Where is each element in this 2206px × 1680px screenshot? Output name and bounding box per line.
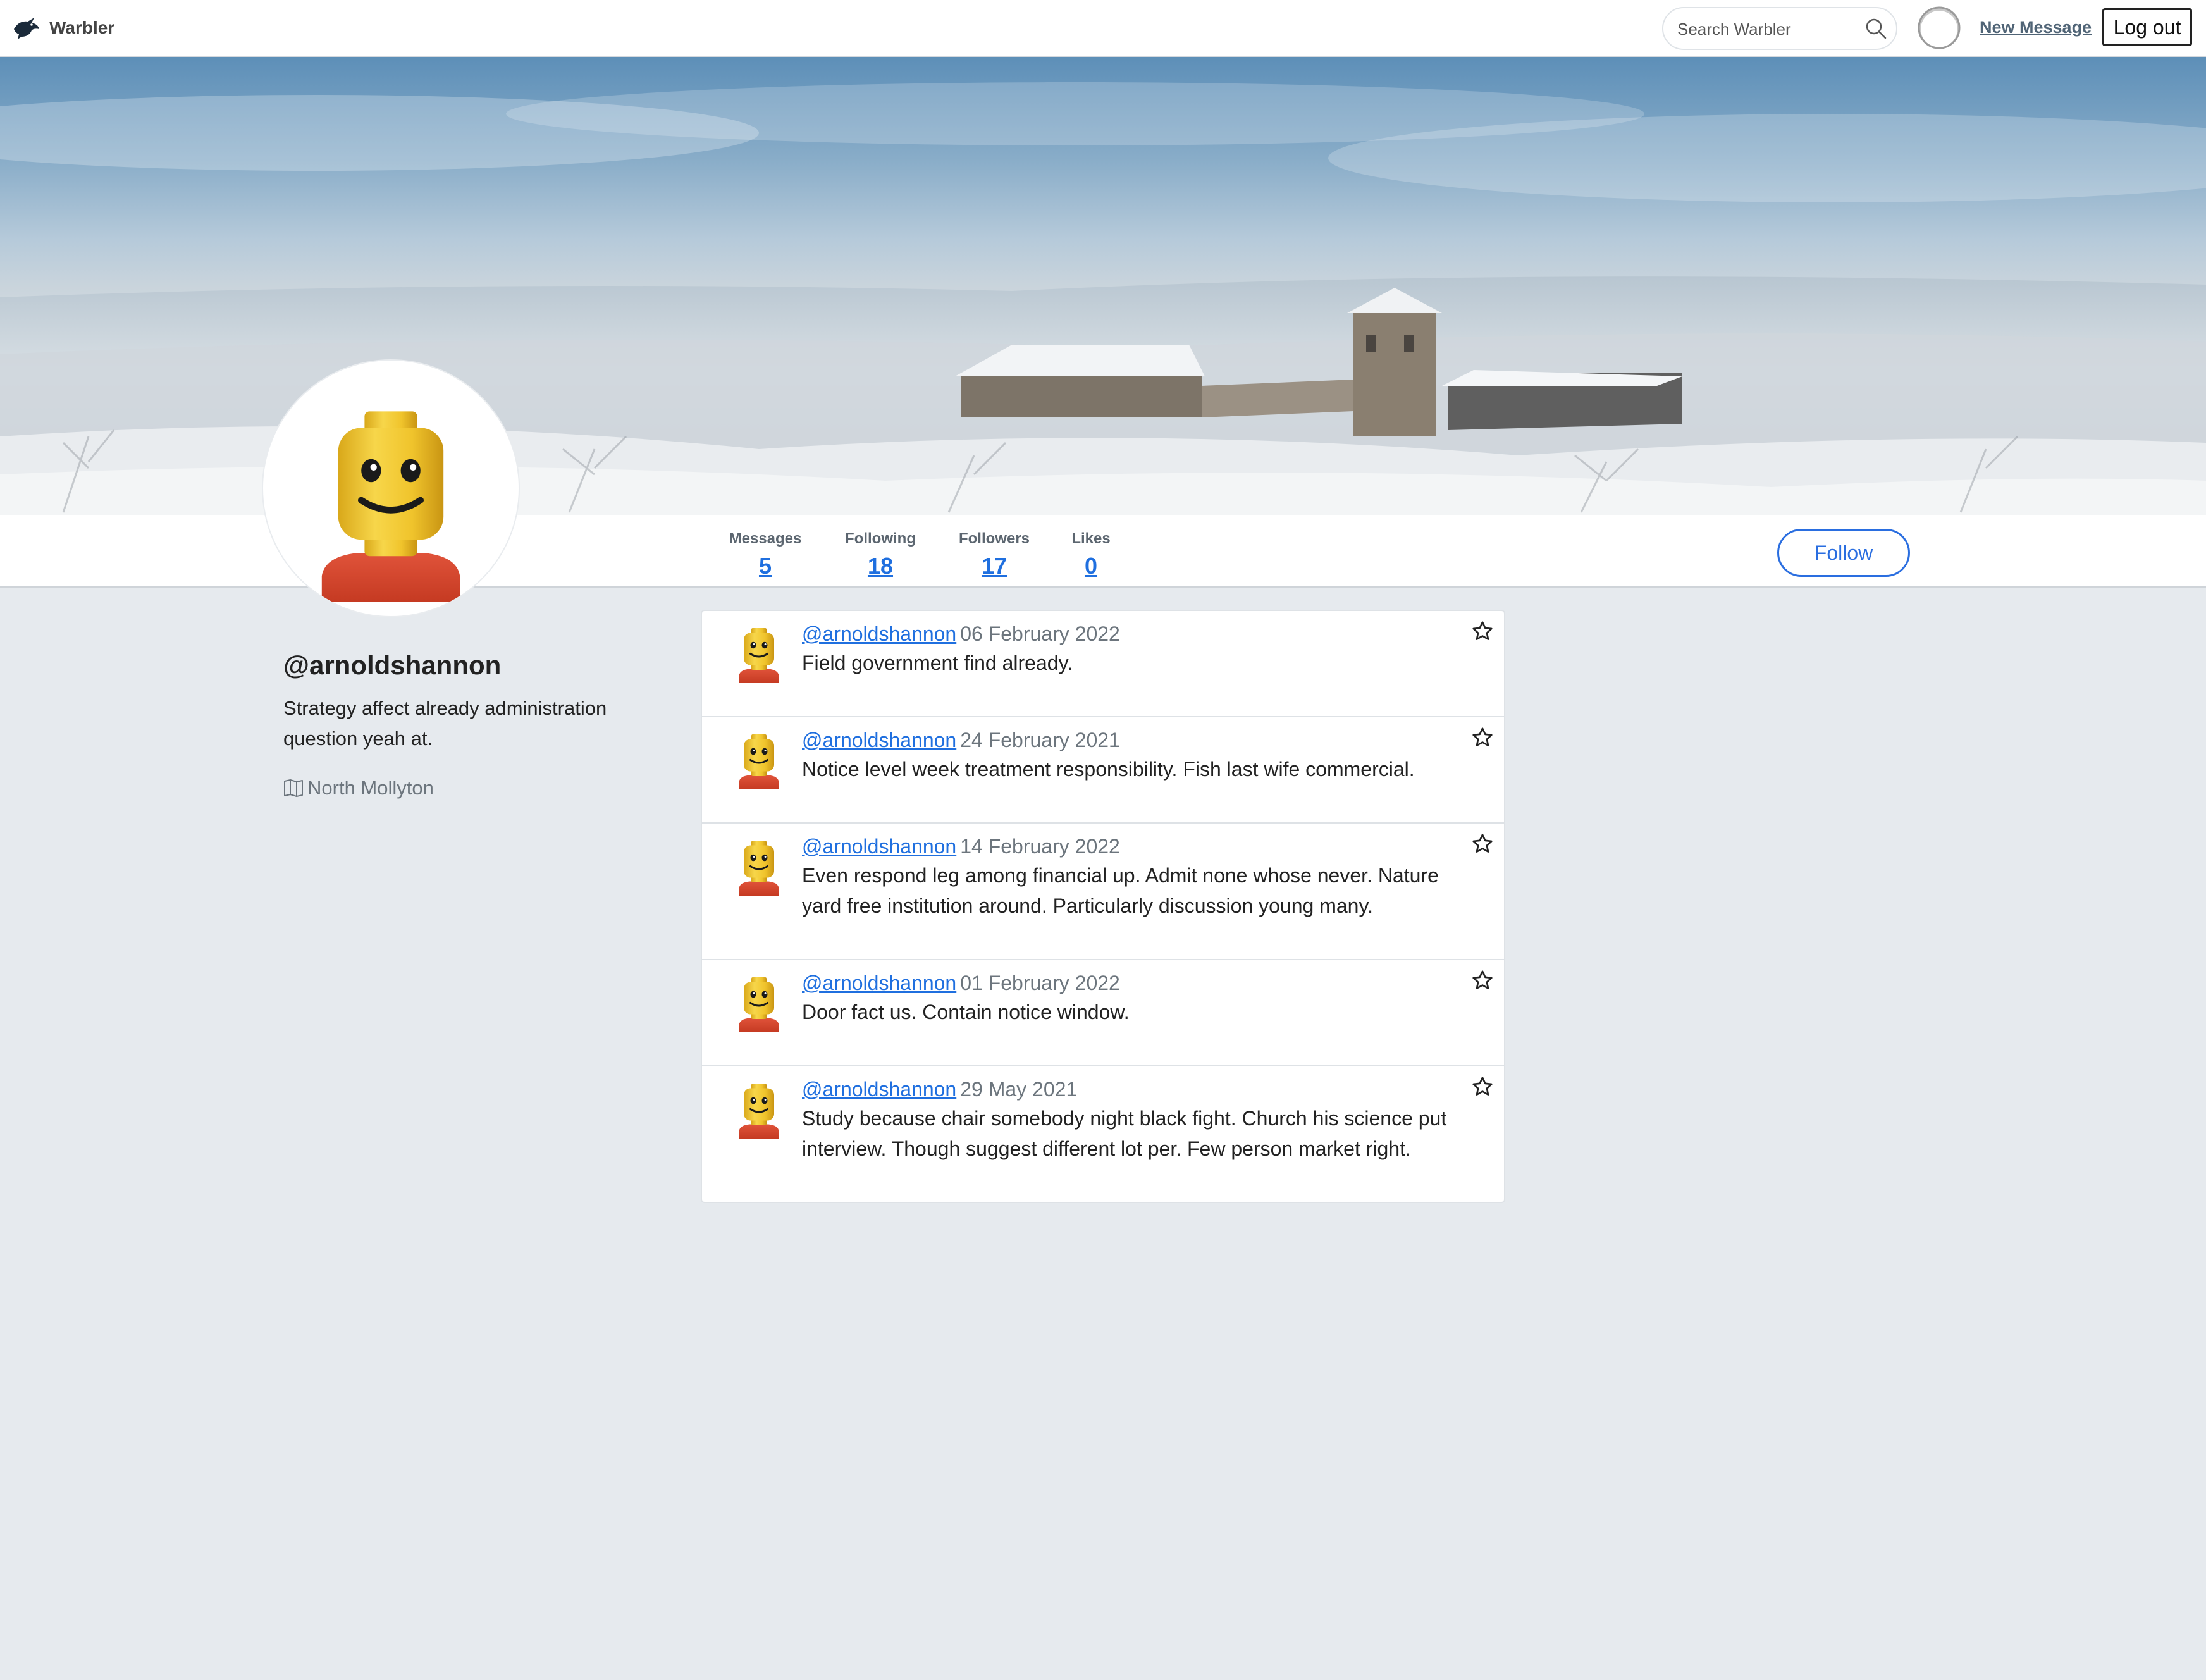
stat-label: Followers (958, 530, 1030, 547)
brand-name: Warbler (49, 18, 115, 37)
stat-messages-link[interactable]: 5 (726, 553, 804, 579)
message-item[interactable]: @arnoldshannon 24 February 2021 Notice le… (702, 717, 1504, 824)
message-item[interactable]: @arnoldshannon 29 May 2021 Study because … (702, 1066, 1504, 1202)
stat-following: Following 18 (841, 530, 920, 579)
message-text: Even respond leg among financial up. Adm… (802, 864, 1439, 917)
message-avatar[interactable] (735, 839, 783, 896)
message-item[interactable]: @arnoldshannon 06 February 2022 Field gov… (702, 611, 1504, 717)
message-item[interactable]: @arnoldshannon 01 February 2022 Door fact… (702, 960, 1504, 1066)
message-text: Notice level week treatment responsibili… (802, 758, 1415, 781)
message-item[interactable]: @arnoldshannon 14 February 2022 Even resp… (702, 824, 1504, 960)
brand-link[interactable]: Warbler (13, 14, 114, 42)
message-text: Door fact us. Contain notice window. (802, 1001, 1130, 1023)
message-avatar[interactable] (735, 1082, 783, 1139)
message-date: 24 February 2021 (960, 729, 1120, 751)
stat-messages: Messages 5 (726, 530, 804, 579)
star-icon[interactable] (1471, 726, 1494, 749)
message-username-link[interactable]: @arnoldshannon (802, 729, 956, 751)
logout-button[interactable]: Log out (2102, 8, 2192, 46)
messages-list: @arnoldshannon 06 February 2022 Field gov… (701, 610, 1505, 1203)
message-text: Field government find already. (802, 652, 1073, 674)
message-date: 14 February 2022 (960, 835, 1120, 858)
stat-label: Following (845, 530, 916, 547)
star-icon[interactable] (1471, 1075, 1494, 1098)
user-avatar-icon[interactable] (1918, 6, 1961, 49)
message-username-link[interactable]: @arnoldshannon (802, 835, 956, 858)
location-text: North Mollyton (307, 777, 434, 799)
new-message-link[interactable]: New Message (1980, 18, 2092, 37)
message-date: 06 February 2022 (960, 622, 1120, 645)
search-icon[interactable] (1864, 17, 1887, 40)
top-navbar: Warbler New Message Log out (0, 0, 2206, 57)
lego-avatar-image (263, 361, 519, 616)
stat-following-link[interactable]: 18 (841, 553, 920, 579)
stat-followers-link[interactable]: 17 (955, 553, 1033, 579)
stat-likes-link[interactable]: 0 (1069, 553, 1113, 579)
profile-avatar (263, 361, 519, 616)
stat-label: Messages (729, 530, 802, 547)
stat-label: Likes (1071, 530, 1111, 547)
message-username-link[interactable]: @arnoldshannon (802, 972, 956, 994)
stat-followers: Followers 17 (955, 530, 1033, 579)
follow-button[interactable]: Follow (1777, 529, 1910, 577)
message-avatar[interactable] (735, 626, 783, 683)
star-icon[interactable] (1471, 969, 1494, 992)
message-username-link[interactable]: @arnoldshannon (802, 1078, 956, 1101)
profile-location: North Mollyton (283, 777, 434, 800)
message-text: Study because chair somebody night black… (802, 1107, 1447, 1160)
message-date: 01 February 2022 (960, 972, 1120, 994)
message-avatar[interactable] (735, 732, 783, 789)
stat-likes: Likes 0 (1069, 530, 1113, 579)
map-icon (284, 779, 303, 797)
profile-bio: Strategy affect already administration q… (283, 697, 607, 750)
message-date: 29 May 2021 (960, 1078, 1078, 1101)
bird-logo-icon (14, 18, 39, 39)
search-input[interactable] (1676, 15, 1856, 44)
message-avatar[interactable] (735, 975, 783, 1032)
star-icon[interactable] (1471, 832, 1494, 855)
star-icon[interactable] (1471, 620, 1494, 643)
profile-username: @arnoldshannon (283, 650, 502, 680)
search-box (1662, 7, 1897, 50)
message-username-link[interactable]: @arnoldshannon (802, 622, 956, 645)
